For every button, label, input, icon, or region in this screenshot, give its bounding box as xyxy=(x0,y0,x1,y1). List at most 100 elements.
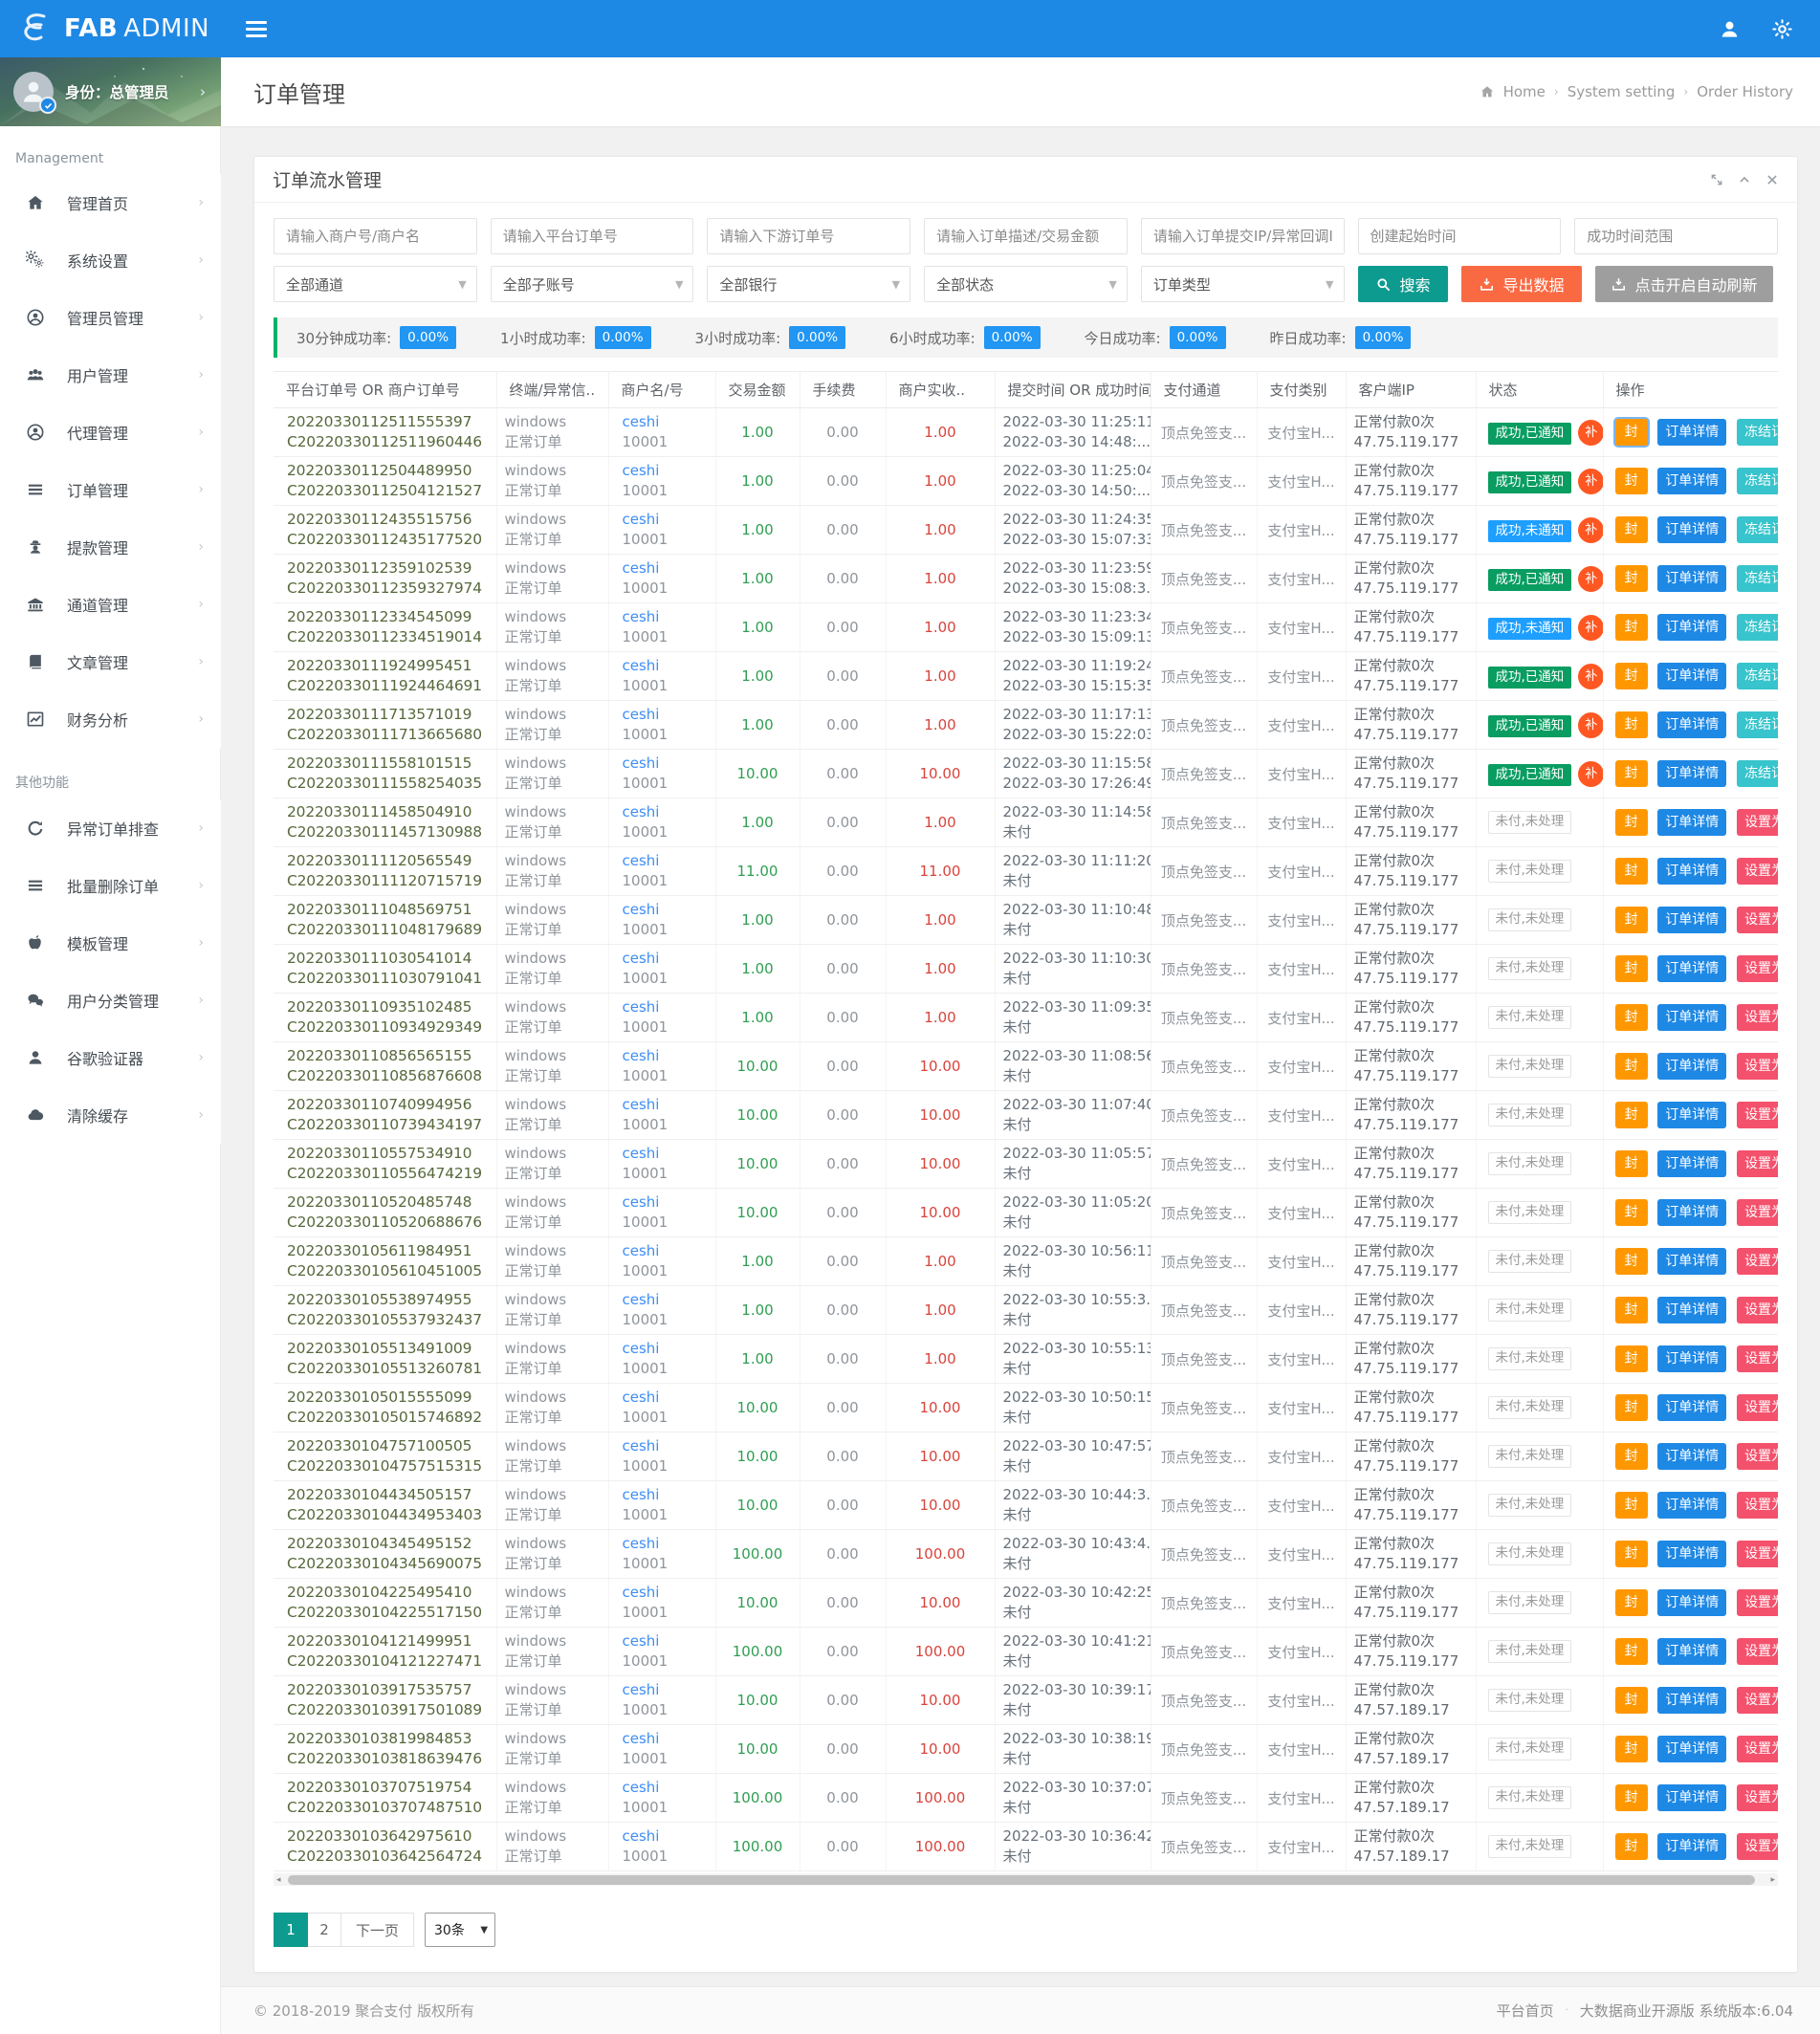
seal-button[interactable]: 封 xyxy=(1615,1638,1648,1665)
row-third-action-button[interactable]: 设置为已支付 xyxy=(1737,1833,1778,1860)
order-detail-button[interactable]: 订单详情 xyxy=(1657,955,1726,982)
seal-button[interactable]: 封 xyxy=(1615,419,1648,446)
seal-button[interactable]: 封 xyxy=(1615,468,1648,494)
seal-button[interactable]: 封 xyxy=(1615,1004,1648,1031)
sidebar-menu-item[interactable]: 模板管理 › xyxy=(0,914,221,972)
row-third-action-button[interactable]: 设置为已支付 xyxy=(1737,1199,1778,1226)
merchant-name-link[interactable]: ceshi xyxy=(623,900,708,920)
card-fullscreen-icon[interactable] xyxy=(1710,173,1723,186)
row-third-action-button[interactable]: 设置为已支付 xyxy=(1737,1687,1778,1714)
merchant-name-link[interactable]: ceshi xyxy=(623,1485,708,1505)
seal-button[interactable]: 封 xyxy=(1615,565,1648,592)
row-third-action-button[interactable]: 设置为已支付 xyxy=(1737,1784,1778,1811)
card-close-icon[interactable] xyxy=(1765,173,1779,186)
sidebar-menu-item[interactable]: 清除缓存 › xyxy=(0,1086,221,1144)
seal-button[interactable]: 封 xyxy=(1615,1297,1648,1323)
merchant-name-link[interactable]: ceshi xyxy=(623,1583,708,1603)
seal-button[interactable]: 封 xyxy=(1615,711,1648,738)
merchant-name-link[interactable]: ceshi xyxy=(623,1144,708,1164)
seal-button[interactable]: 封 xyxy=(1615,1053,1648,1080)
merchant-name-link[interactable]: ceshi xyxy=(623,510,708,530)
export-data-button[interactable]: 导出数据 xyxy=(1461,266,1582,302)
order-detail-button[interactable]: 订单详情 xyxy=(1657,468,1726,494)
filter-input[interactable] xyxy=(1141,218,1345,254)
resend-notify-button[interactable]: 补 xyxy=(1578,761,1603,787)
merchant-name-link[interactable]: ceshi xyxy=(623,802,708,822)
order-detail-button[interactable]: 订单详情 xyxy=(1657,663,1726,689)
merchant-name-link[interactable]: ceshi xyxy=(623,949,708,969)
order-detail-button[interactable]: 订单详情 xyxy=(1657,614,1726,641)
merchant-name-link[interactable]: ceshi xyxy=(623,997,708,1017)
sidebar-menu-item[interactable]: 订单管理 › xyxy=(0,461,221,518)
order-detail-button[interactable]: 订单详情 xyxy=(1657,1102,1726,1128)
card-collapse-icon[interactable] xyxy=(1738,173,1751,186)
identity-chevron-right-icon[interactable]: › xyxy=(200,83,206,100)
row-third-action-button[interactable]: 设置为已支付 xyxy=(1737,1345,1778,1372)
row-third-action-button[interactable]: 冻结订单 xyxy=(1737,565,1778,592)
row-third-action-button[interactable]: 设置为已支付 xyxy=(1737,1004,1778,1031)
row-third-action-button[interactable]: 设置为已支付 xyxy=(1737,858,1778,885)
merchant-name-link[interactable]: ceshi xyxy=(623,1339,708,1359)
merchant-name-link[interactable]: ceshi xyxy=(623,558,708,579)
order-detail-button[interactable]: 订单详情 xyxy=(1657,1638,1726,1665)
merchant-name-link[interactable]: ceshi xyxy=(623,1046,708,1066)
sidebar-menu-item[interactable]: 管理员管理 › xyxy=(0,289,221,346)
filter-select[interactable]: 全部通道 ▼ xyxy=(274,266,477,302)
merchant-name-link[interactable]: ceshi xyxy=(623,1778,708,1798)
filter-input[interactable] xyxy=(707,218,910,254)
row-third-action-button[interactable]: 设置为已支付 xyxy=(1737,955,1778,982)
resend-notify-button[interactable]: 补 xyxy=(1578,664,1603,689)
row-third-action-button[interactable]: 冻结订单 xyxy=(1737,516,1778,543)
row-third-action-button[interactable]: 设置为已支付 xyxy=(1737,1638,1778,1665)
order-detail-button[interactable]: 订单详情 xyxy=(1657,565,1726,592)
seal-button[interactable]: 封 xyxy=(1615,1199,1648,1226)
order-detail-button[interactable]: 订单详情 xyxy=(1657,419,1726,446)
auto-refresh-button[interactable]: 点击开启自动刷新 xyxy=(1595,266,1773,302)
filter-input[interactable] xyxy=(924,218,1128,254)
merchant-name-link[interactable]: ceshi xyxy=(623,412,708,432)
scroll-right-arrow-icon[interactable]: ▸ xyxy=(1770,1875,1775,1885)
merchant-name-link[interactable]: ceshi xyxy=(623,754,708,774)
merchant-name-link[interactable]: ceshi xyxy=(623,656,708,676)
row-third-action-button[interactable]: 设置为已支付 xyxy=(1737,1736,1778,1762)
seal-button[interactable]: 封 xyxy=(1615,516,1648,543)
seal-button[interactable]: 封 xyxy=(1615,1394,1648,1421)
row-third-action-button[interactable]: 冻结订单 xyxy=(1737,663,1778,689)
seal-button[interactable]: 封 xyxy=(1615,1443,1648,1470)
merchant-name-link[interactable]: ceshi xyxy=(623,1631,708,1651)
order-detail-button[interactable]: 订单详情 xyxy=(1657,1736,1726,1762)
resend-notify-button[interactable]: 补 xyxy=(1578,615,1603,641)
row-third-action-button[interactable]: 设置为已支付 xyxy=(1737,1297,1778,1323)
row-third-action-button[interactable]: 设置为已支付 xyxy=(1737,1541,1778,1567)
merchant-name-link[interactable]: ceshi xyxy=(623,851,708,871)
scroll-left-arrow-icon[interactable]: ◂ xyxy=(276,1875,281,1885)
order-detail-button[interactable]: 订单详情 xyxy=(1657,1053,1726,1080)
breadcrumb-home[interactable]: Home xyxy=(1503,83,1546,100)
page-size-select[interactable]: 30条 ▼ xyxy=(425,1913,495,1947)
seal-button[interactable]: 封 xyxy=(1615,809,1648,836)
order-detail-button[interactable]: 订单详情 xyxy=(1657,1248,1726,1275)
horizontal-scrollbar[interactable]: ◂ ▸ xyxy=(274,1873,1778,1886)
order-detail-button[interactable]: 订单详情 xyxy=(1657,1833,1726,1860)
next-page-button[interactable]: 下一页 xyxy=(340,1913,414,1947)
merchant-name-link[interactable]: ceshi xyxy=(623,705,708,725)
row-third-action-button[interactable]: 设置为已支付 xyxy=(1737,1102,1778,1128)
sidebar-toggle-hamburger-icon[interactable] xyxy=(246,17,267,41)
seal-button[interactable]: 封 xyxy=(1615,614,1648,641)
merchant-name-link[interactable]: ceshi xyxy=(623,1192,708,1213)
sidebar-menu-item[interactable]: 文章管理 › xyxy=(0,633,221,690)
seal-button[interactable]: 封 xyxy=(1615,1784,1648,1811)
filter-select[interactable]: 全部状态 ▼ xyxy=(924,266,1128,302)
order-detail-button[interactable]: 订单详情 xyxy=(1657,1687,1726,1714)
sidebar-menu-item[interactable]: 用户分类管理 › xyxy=(0,972,221,1029)
app-logo[interactable]: FABADMIN xyxy=(0,10,221,48)
filter-select[interactable]: 订单类型 ▼ xyxy=(1141,266,1345,302)
merchant-name-link[interactable]: ceshi xyxy=(623,607,708,627)
order-detail-button[interactable]: 订单详情 xyxy=(1657,1345,1726,1372)
resend-notify-button[interactable]: 补 xyxy=(1578,517,1603,543)
resend-notify-button[interactable]: 补 xyxy=(1578,712,1603,738)
order-detail-button[interactable]: 订单详情 xyxy=(1657,1589,1726,1616)
row-third-action-button[interactable]: 冻结订单 xyxy=(1737,760,1778,787)
merchant-name-link[interactable]: ceshi xyxy=(623,1729,708,1749)
seal-button[interactable]: 封 xyxy=(1615,907,1648,933)
